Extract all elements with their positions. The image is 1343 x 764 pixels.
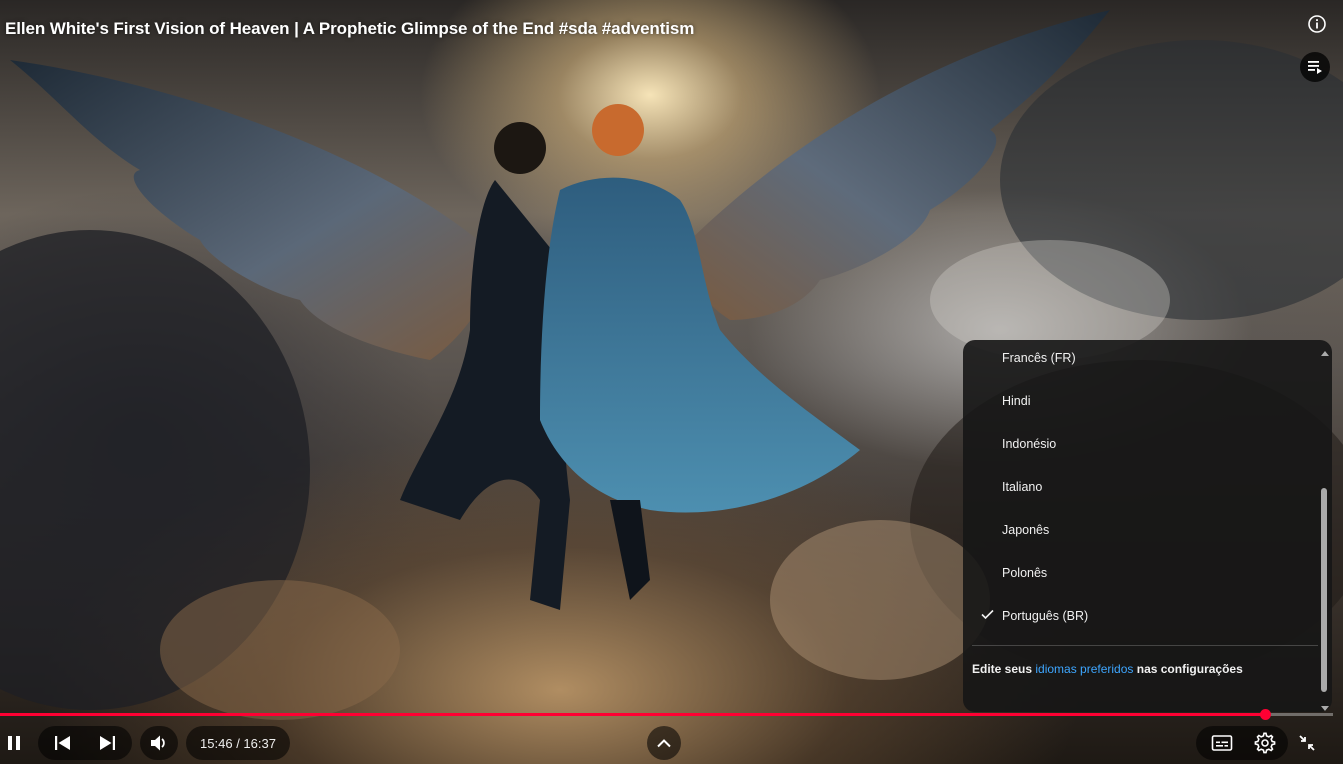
menu-item-label: Francês (FR) xyxy=(1002,350,1076,365)
menu-divider xyxy=(972,645,1318,646)
playlist-button[interactable] xyxy=(1300,52,1330,82)
menu-item-language[interactable]: Hindi xyxy=(963,379,1318,422)
exit-fullscreen-icon xyxy=(1299,735,1315,751)
time-display-text: 15:46 / 16:37 xyxy=(200,735,276,751)
menu-item-label: Japonês xyxy=(1002,522,1050,537)
menu-item-label: Indonésio xyxy=(1002,436,1057,451)
menu-item-label: Italiano xyxy=(1002,479,1043,494)
subtitle-language-menu[interactable]: Francês (FR) Hindi Indonésio Italiano Ja… xyxy=(963,340,1332,712)
settings-button[interactable] xyxy=(1247,726,1283,760)
previous-button[interactable] xyxy=(44,726,82,760)
exit-fullscreen-button[interactable] xyxy=(1290,726,1324,760)
menu-item-language[interactable]: Francês (FR) xyxy=(963,340,1318,379)
expand-button[interactable] xyxy=(647,726,681,760)
menu-item-language-selected[interactable]: Português (BR) xyxy=(963,594,1318,637)
footer-prefix: Edite seus xyxy=(972,662,1036,676)
menu-scrollbar-thumb[interactable] xyxy=(1321,488,1327,692)
time-display: 15:46 / 16:37 xyxy=(186,726,290,760)
menu-footer: Edite seus idiomas preferidos nas config… xyxy=(972,662,1243,676)
menu-item-label: Hindi xyxy=(1002,393,1031,408)
progress-scrubber-handle[interactable] xyxy=(1260,709,1271,720)
footer-suffix: nas configurações xyxy=(1133,662,1243,676)
progress-played xyxy=(0,713,1265,716)
info-button[interactable] xyxy=(1303,10,1331,38)
pause-button[interactable] xyxy=(0,726,28,760)
preferred-languages-link[interactable]: idiomas preferidos xyxy=(1035,662,1133,676)
progress-bar[interactable] xyxy=(0,709,1333,720)
video-title[interactable]: Ellen White's First Vision of Heaven | A… xyxy=(5,19,694,39)
chevron-up-icon xyxy=(657,739,671,748)
skip-previous-icon xyxy=(55,736,70,750)
next-button[interactable] xyxy=(88,726,126,760)
menu-item-language[interactable]: Polonês xyxy=(963,551,1318,594)
info-circle-icon xyxy=(1308,15,1326,33)
pause-icon xyxy=(8,736,20,750)
subtitles-icon xyxy=(1211,735,1233,751)
playlist-icon xyxy=(1308,61,1322,74)
menu-item-language[interactable]: Japonês xyxy=(963,508,1318,551)
checkmark-icon xyxy=(981,609,994,623)
menu-item-label: Português (BR) xyxy=(1002,608,1089,623)
gear-icon xyxy=(1254,732,1276,754)
volume-icon xyxy=(151,735,165,751)
skip-next-icon xyxy=(100,736,115,750)
volume-button[interactable] xyxy=(140,726,178,760)
captions-button[interactable] xyxy=(1204,726,1240,760)
scroll-up-icon[interactable] xyxy=(1320,344,1330,362)
menu-item-language[interactable]: Italiano xyxy=(963,465,1318,508)
menu-item-language[interactable]: Indonésio xyxy=(963,422,1318,465)
menu-item-label: Polonês xyxy=(1002,565,1048,580)
scroll-down-icon[interactable] xyxy=(1320,700,1330,712)
